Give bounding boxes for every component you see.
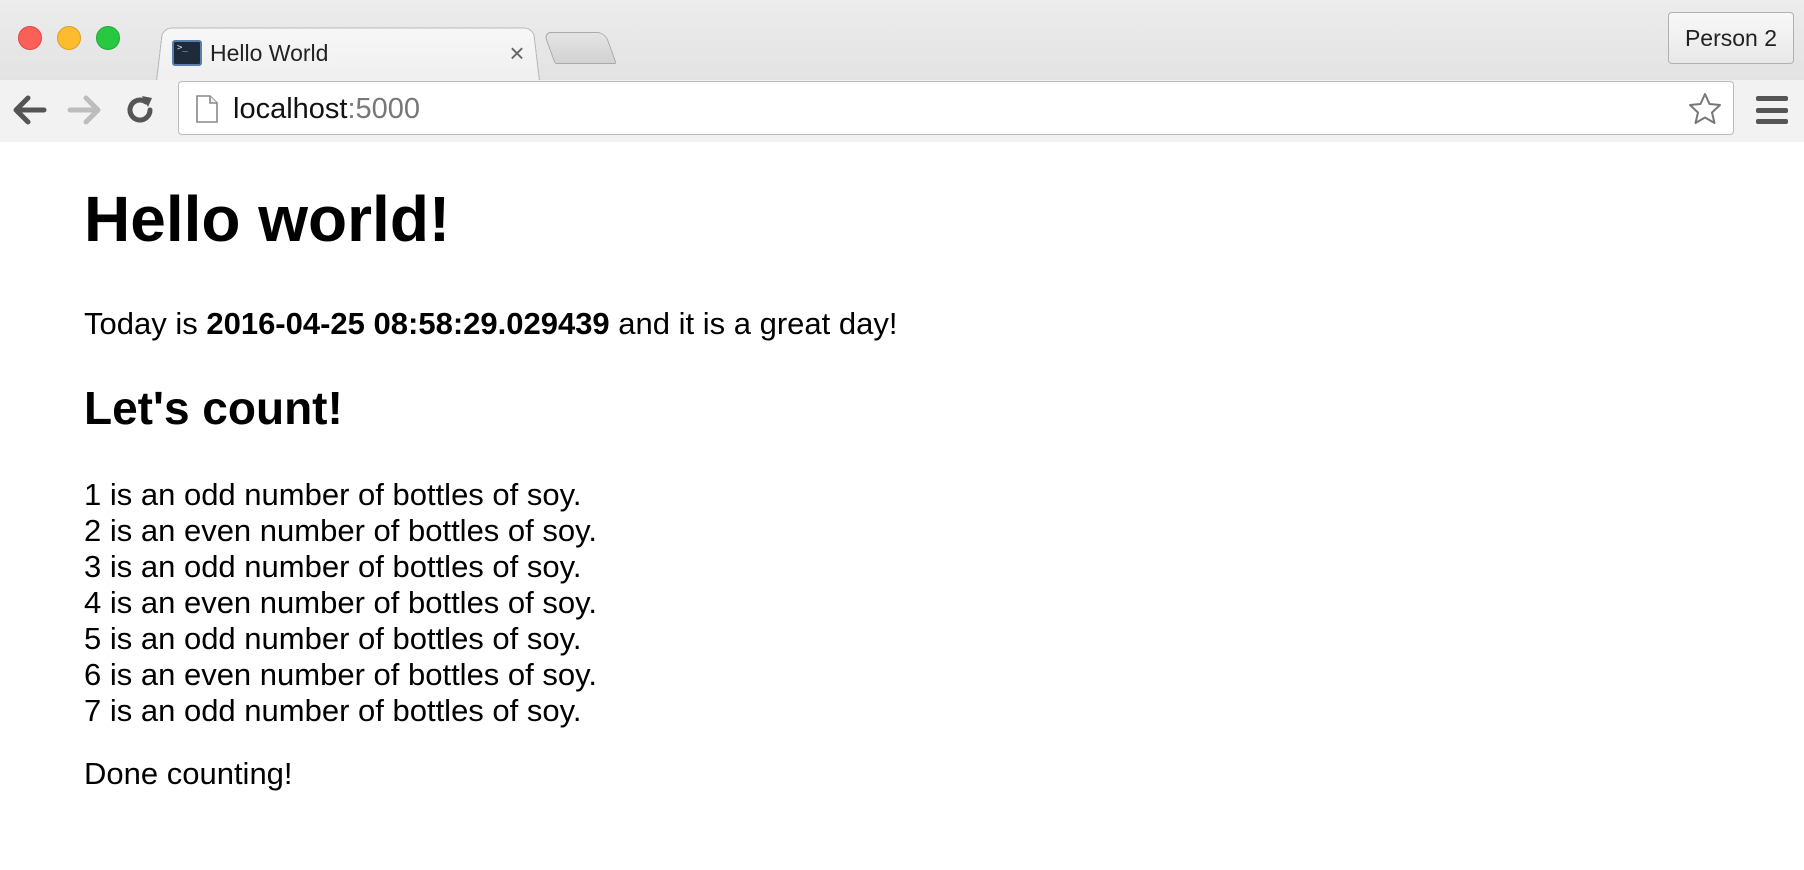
- minimize-window-button[interactable]: [57, 26, 81, 50]
- url-host: localhost: [233, 93, 348, 125]
- done-text: Done counting!: [84, 756, 293, 792]
- today-suffix: and it is a great day!: [609, 306, 898, 341]
- list-item: 4 is an even number of bottles of soy.: [84, 585, 597, 621]
- new-tab-button[interactable]: [543, 32, 617, 64]
- list-item: 6 is an even number of bottles of soy.: [84, 657, 597, 693]
- arrow-left-icon: [13, 95, 47, 125]
- page-content: Hello world! Today is 2016-04-25 08:58:2…: [0, 143, 1804, 870]
- today-paragraph: Today is 2016-04-25 08:58:29.029439 and …: [84, 306, 1804, 341]
- tab-strip: Hello World × Person 2: [0, 0, 1804, 81]
- address-bar[interactable]: localhost:5000: [178, 81, 1734, 135]
- page-title: Hello world!: [84, 183, 451, 255]
- menu-bar-icon: [1756, 96, 1788, 101]
- zoom-window-button[interactable]: [96, 26, 120, 50]
- list-item: 3 is an odd number of bottles of soy.: [84, 549, 582, 585]
- count-heading: Let's count!: [84, 382, 343, 435]
- reload-button[interactable]: [118, 88, 162, 132]
- menu-button[interactable]: [1754, 92, 1790, 128]
- menu-bar-icon: [1756, 119, 1788, 124]
- list-item: 7 is an odd number of bottles of soy.: [84, 693, 582, 729]
- today-prefix: Today is: [84, 306, 207, 341]
- arrow-right-icon: [67, 95, 101, 125]
- forward-button[interactable]: [62, 88, 106, 132]
- count-list: 1 is an odd number of bottles of soy. 2 …: [84, 477, 1804, 729]
- close-window-button[interactable]: [18, 26, 42, 50]
- reload-icon: [127, 96, 153, 123]
- list-item: 2 is an even number of bottles of soy.: [84, 513, 597, 549]
- today-timestamp: 2016-04-25 08:58:29.029439: [206, 306, 610, 341]
- back-button[interactable]: [8, 88, 52, 132]
- browser-chrome: Hello World × Person 2: [0, 0, 1804, 142]
- tab-close-icon[interactable]: ×: [502, 40, 532, 66]
- active-tab-content[interactable]: Hello World ×: [172, 32, 532, 74]
- url-text[interactable]: localhost:5000: [233, 93, 420, 126]
- menu-bar-icon: [1756, 107, 1788, 113]
- page-icon: [196, 95, 218, 123]
- star-icon: [1689, 93, 1721, 124]
- list-item: 1 is an odd number of bottles of soy.: [84, 477, 582, 513]
- terminal-favicon-icon: [172, 40, 202, 66]
- list-item: 5 is an odd number of bottles of soy.: [84, 621, 582, 657]
- profile-button[interactable]: Person 2: [1668, 12, 1794, 64]
- bookmark-button[interactable]: [1685, 89, 1725, 129]
- url-port: :5000: [347, 93, 421, 125]
- browser-toolbar: localhost:5000: [0, 80, 1804, 142]
- tab-title: Hello World: [210, 39, 329, 66]
